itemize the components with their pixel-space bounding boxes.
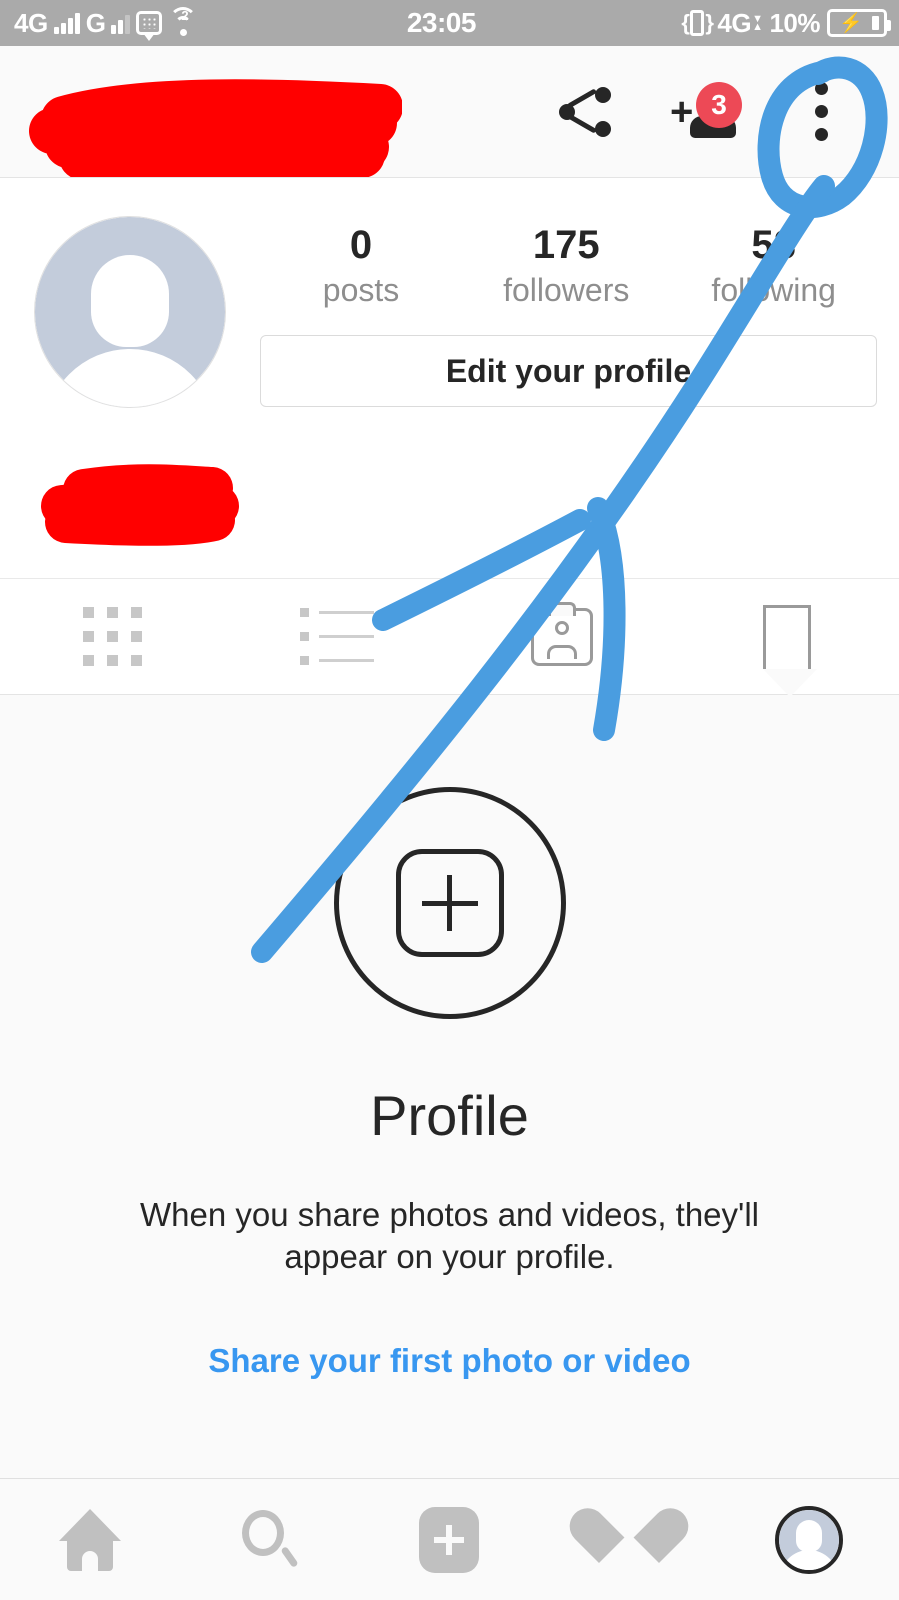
app-header-actions: + 3 [549,76,899,148]
data-network-label: 4G [717,7,752,38]
battery-percent-label: 10% [769,7,820,38]
hotspot-superscript: 2 [181,8,189,23]
share-icon [559,86,611,137]
stat-following[interactable]: 58 following [711,224,836,309]
profile-top-row: 0 posts 175 followers 58 following Edit … [0,206,899,408]
hotspot-icon: 2 [168,7,198,36]
add-photo-button[interactable] [333,787,566,1019]
signal-bars-icon [53,12,80,34]
stat-posts-label: posts [322,272,400,308]
bookmark-icon [762,604,817,700]
avatar-container[interactable] [0,206,260,408]
app-header: + 3 [0,46,899,186]
add-photo-icon [395,849,504,957]
clock-label: 23:05 [406,7,477,38]
profile-avatar-icon [775,1505,844,1574]
add-person-icon: + 3 [670,81,742,140]
tab-tagged[interactable] [450,579,675,694]
stat-followers[interactable]: 175 followers [503,224,629,309]
empty-state-description: When you share photos and videos, they'l… [139,1196,759,1276]
status-bar: 4G G 2 23:05 {} 4G ▼ ▲ 10% ⚡ [0,0,899,46]
stat-followers-value: 175 [532,223,600,267]
list-icon [300,608,375,665]
nav-add-post[interactable] [360,1506,540,1573]
add-post-icon [419,1506,480,1573]
share-first-photo-link[interactable]: Share your first photo or video [208,1342,690,1380]
stat-posts[interactable]: 0 posts [301,224,421,309]
tagged-photos-icon [530,607,593,666]
edit-profile-button[interactable]: Edit your profile [260,335,877,407]
display-name-redacted [28,460,288,548]
nav-profile[interactable] [719,1505,899,1574]
tab-saved[interactable] [674,579,899,700]
notification-badge: 3 [696,81,742,128]
tab-grid[interactable] [0,579,225,694]
nav-search[interactable] [180,1509,360,1570]
nav-activity[interactable] [539,1500,719,1569]
grid-icon [82,607,142,666]
data-network-icon: 4G ▼ ▲ [717,7,763,38]
bio-redaction-mark [41,464,239,546]
instagram-profile-screen: 4G G 2 23:05 {} 4G ▼ ▲ 10% ⚡ + 3 0 posts… [0,0,899,1600]
share-button[interactable] [549,76,621,148]
profile-stats-column: 0 posts 175 followers 58 following Edit … [260,206,899,407]
message-icon [136,11,163,41]
nav-home[interactable] [0,1508,180,1571]
status-bar-center: 23:05 [198,7,684,39]
battery-charging-icon: ⚡ [827,9,891,37]
stat-posts-value: 0 [349,223,373,267]
tab-list[interactable] [225,579,450,694]
discover-people-button[interactable]: + 3 [667,76,742,148]
network-secondary-label: G [85,7,106,38]
profile-stats: 0 posts 175 followers 58 following [260,206,877,309]
network-primary-label: 4G [14,7,48,38]
username-title[interactable] [22,67,403,186]
stat-following-value: 58 [751,223,796,267]
heart-icon [562,1500,697,1569]
status-bar-right: {} 4G ▼ ▲ 10% ⚡ [681,7,899,39]
three-dot-menu-icon [814,82,828,141]
search-icon [240,1509,300,1570]
profile-section: 0 posts 175 followers 58 following Edit … [0,178,899,594]
signal-bars-secondary-icon [111,12,131,34]
bottom-navigation [0,1478,899,1600]
overflow-menu-button[interactable] [785,76,857,148]
empty-state-title: Profile [370,1084,529,1147]
username-redaction-mark [29,78,403,186]
status-bar-left: 4G G 2 [0,7,198,41]
avatar[interactable] [34,216,226,408]
profile-tabs [0,578,899,700]
home-icon [58,1508,121,1571]
vibrate-icon: {} [681,10,714,36]
empty-state: Profile When you share photos and videos… [0,695,899,1478]
stat-following-label: following [711,272,836,308]
stat-followers-label: followers [503,272,630,308]
